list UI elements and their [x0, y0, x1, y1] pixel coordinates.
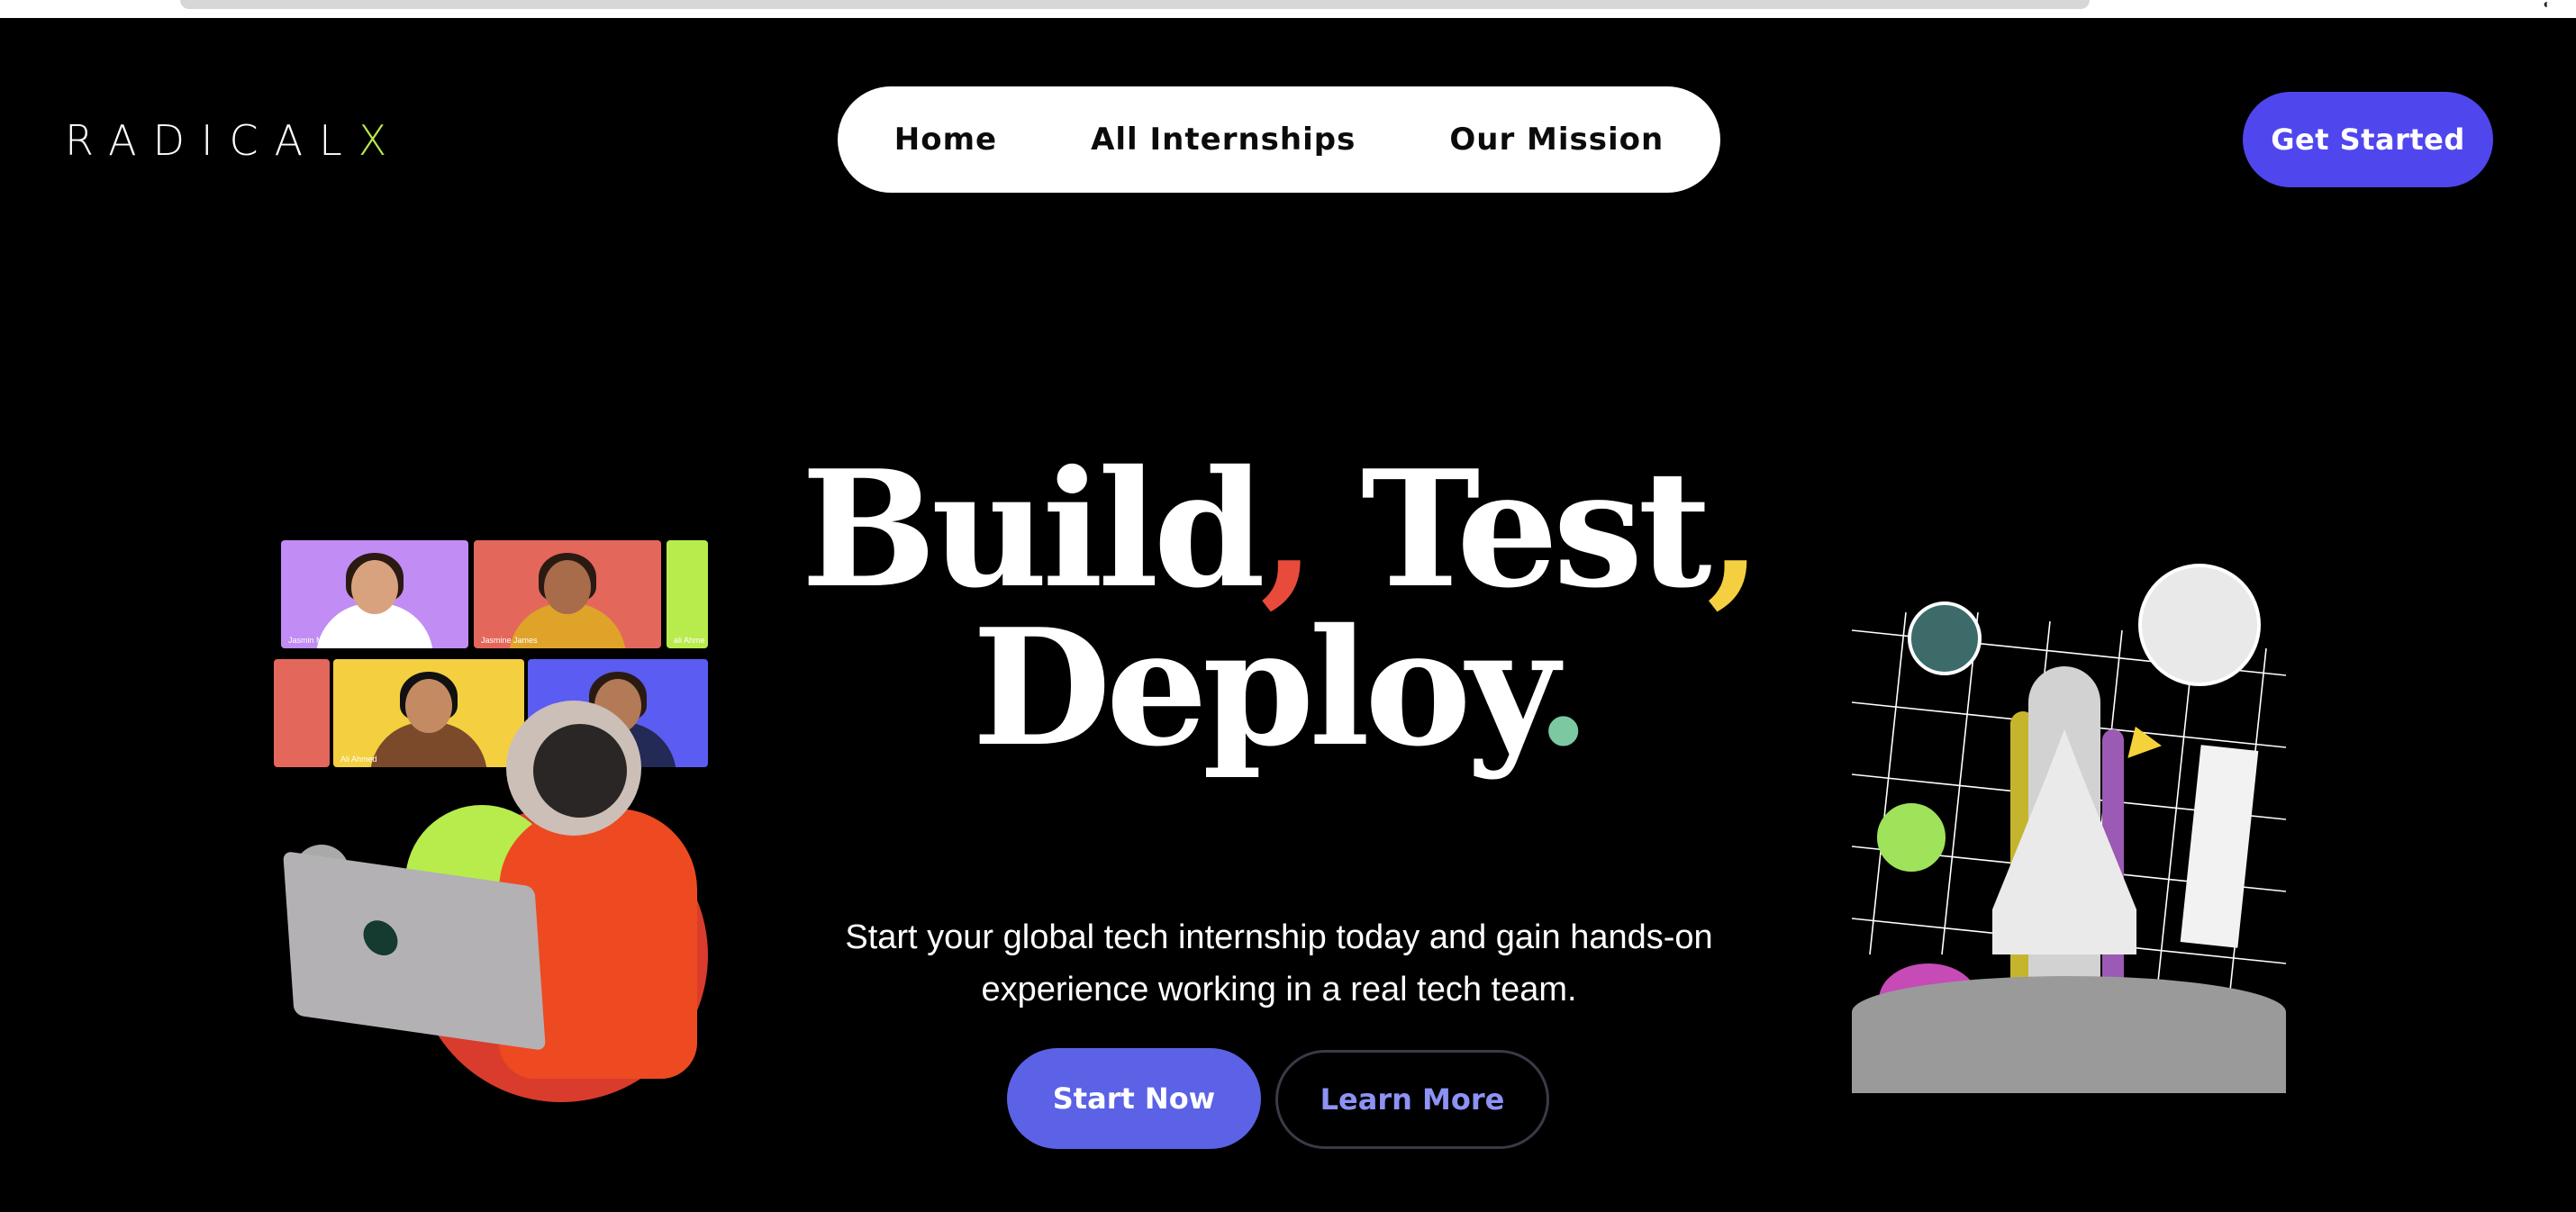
video-tile: ali Ahme — [667, 540, 708, 648]
browser-extension-icon[interactable]: ◐ — [2544, 0, 2551, 10]
video-tile-name: Ali Ahmed — [340, 755, 377, 764]
astronaut-visor — [533, 724, 627, 818]
hero-word-deploy: Deploy — [972, 593, 1540, 782]
video-tile: Jasmine James — [474, 540, 661, 648]
landing-page: ◐ RADICAL X Home All Internships Our Miss… — [0, 0, 2576, 1212]
video-tile-name: Jasmin Mor — [288, 636, 331, 645]
nav-home-link[interactable]: Home — [894, 122, 997, 158]
avatar-woman-icon — [1908, 601, 1982, 675]
hero-title: Build, Test, Deploy. — [685, 449, 1873, 768]
radicalx-logo[interactable]: RADICAL X — [65, 116, 404, 165]
hero-subtitle-line-1: Start your global tech internship today … — [845, 918, 1713, 956]
video-tile-name: ali Ahme — [674, 636, 705, 645]
astronaut-avatar-icon — [2138, 564, 2261, 686]
hero-subtitle: Start your global tech internship today … — [811, 911, 1747, 1016]
left-hero-illustration: Jasmin Mor Jasmine James ali Ahme Ali Ah… — [270, 538, 708, 1102]
learn-more-button[interactable]: Learn More — [1275, 1050, 1549, 1149]
avatar-woman-green-icon — [1877, 803, 1946, 872]
person-face — [544, 560, 591, 614]
logo-text: RADICAL — [65, 116, 358, 165]
moon-surface — [1852, 976, 2286, 1093]
person-face — [405, 679, 452, 733]
logo-accent-letter: X — [358, 116, 404, 165]
get-started-button[interactable]: Get Started — [2243, 92, 2493, 187]
browser-top-strip: ◐ — [0, 0, 2576, 18]
hero-subtitle-line-2: experience working in a real tech team. — [981, 971, 1577, 1008]
hero-title-line-2: Deploy. — [685, 608, 1873, 768]
person-face — [351, 560, 398, 614]
hero-period-green: . — [1535, 593, 1592, 782]
main-navigation: Home All Internships Our Mission — [838, 86, 1720, 193]
nav-our-mission-link[interactable]: Our Mission — [1449, 122, 1664, 158]
browser-address-bar[interactable] — [180, 0, 2090, 9]
start-now-button[interactable]: Start Now — [1007, 1048, 1261, 1149]
nav-all-internships-link[interactable]: All Internships — [1091, 122, 1356, 158]
right-hero-illustration — [1852, 558, 2286, 1093]
laptop-logo-icon — [362, 918, 399, 958]
video-tile-name: Jasmine James — [481, 636, 538, 645]
hero-comma-yellow: , — [1706, 435, 1763, 623]
video-tile: Jasmin Mor — [281, 540, 468, 648]
video-tile — [274, 659, 330, 767]
hero-title-line-1: Build, Test, — [685, 449, 1873, 610]
video-tile: Ali Ahmed — [333, 659, 524, 767]
